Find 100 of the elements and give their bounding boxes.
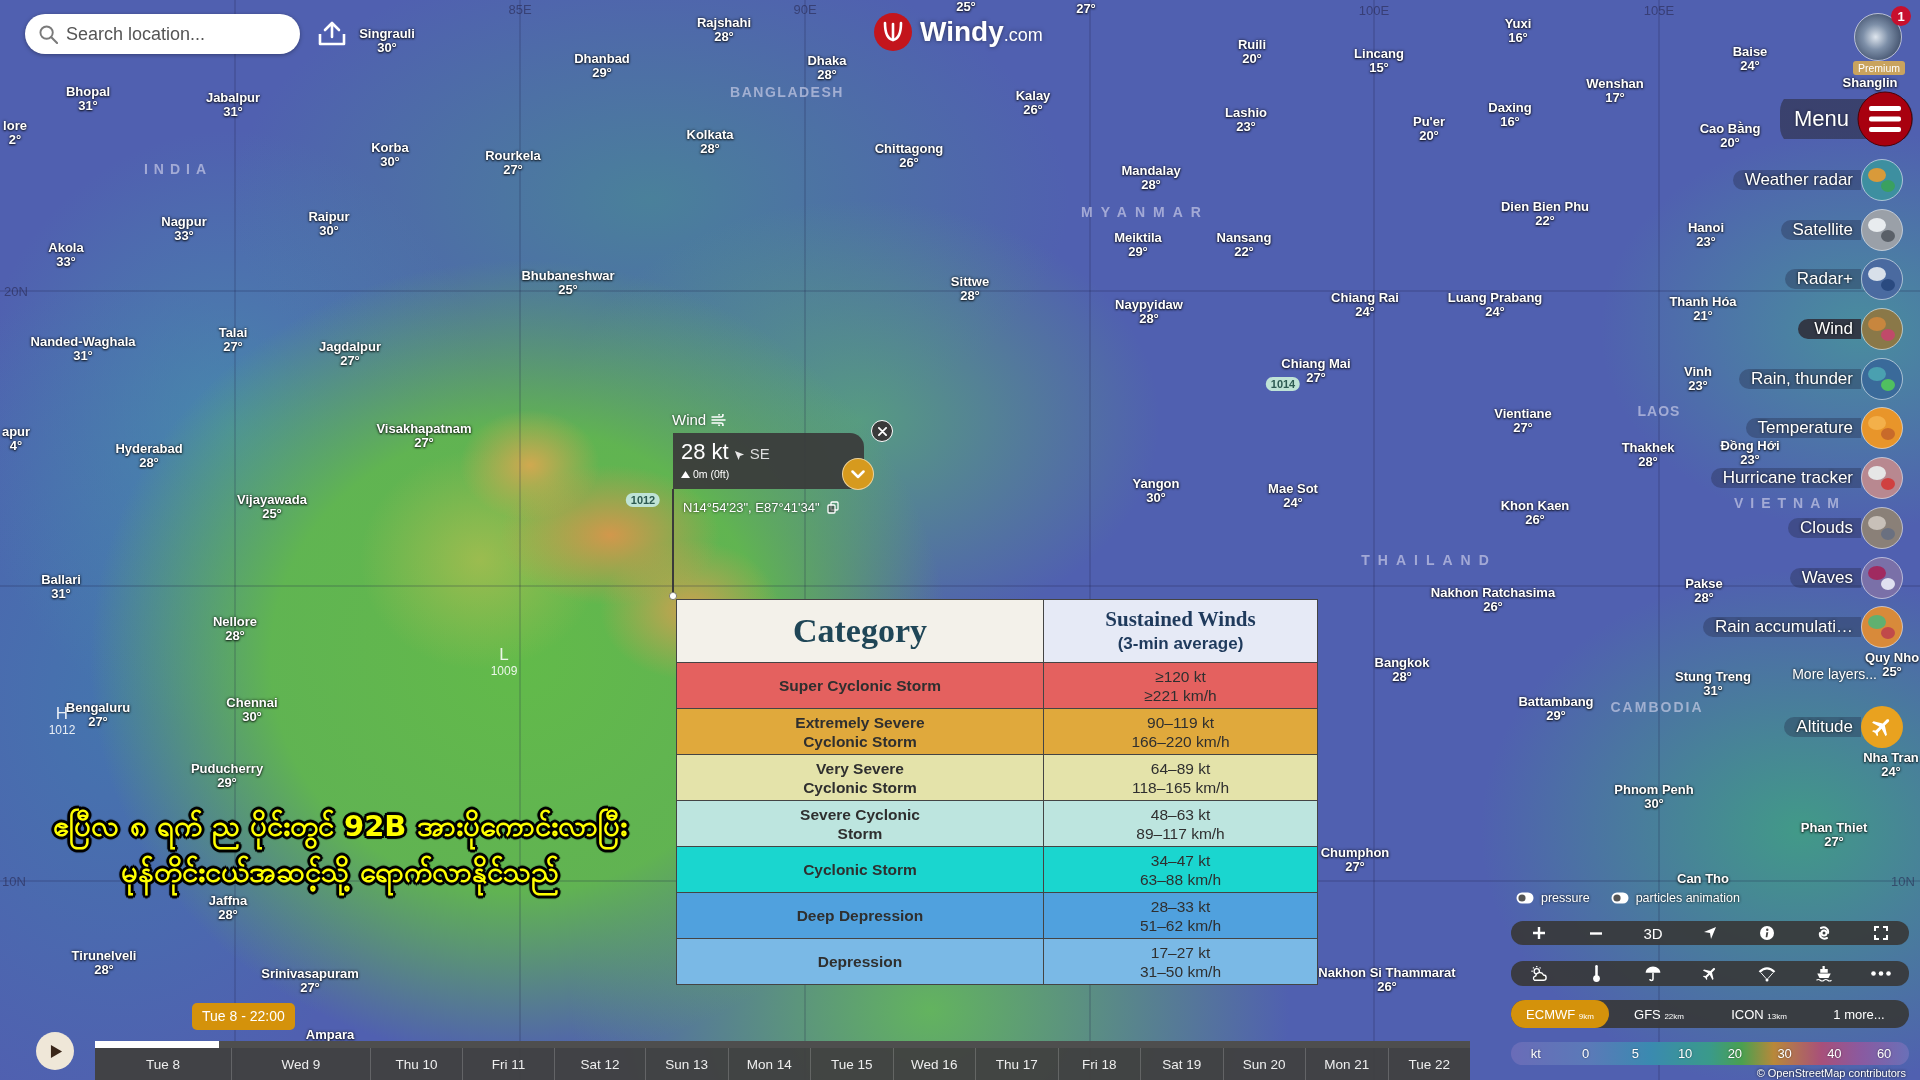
city-name: Hanoi (1687, 221, 1725, 235)
layer-button[interactable]: Rain accumulati… (1703, 617, 1861, 638)
city-name: Nanded-Waghala (30, 335, 136, 349)
temperature-label: 30° (1146, 491, 1166, 505)
temperature-label: 28° (225, 629, 245, 643)
layer-button[interactable]: Hurricane tracker (1710, 468, 1861, 489)
category-cell: Severe Cyclonic Storm (676, 800, 1044, 847)
temperature-label: 27° (1345, 860, 1365, 874)
city-name: Talai (218, 326, 248, 340)
temperature-label: 28° (94, 963, 114, 977)
layer-button[interactable]: Weather radar (1732, 170, 1861, 190)
day-button[interactable]: Sun 20 (1222, 1048, 1305, 1080)
more-dots-icon (1870, 971, 1891, 976)
city-name: Chiang Rai (1331, 291, 1399, 305)
day-button[interactable]: Wed 9 (231, 1048, 370, 1080)
more-layers-link[interactable]: More layers... (1792, 665, 1877, 682)
temperature-label: 28° (714, 30, 734, 44)
weather-button[interactable] (1530, 963, 1549, 984)
temperature-label: 21° (1693, 309, 1713, 323)
upload-icon[interactable] (318, 20, 346, 46)
day-button[interactable]: Sat 19 (1140, 1048, 1223, 1080)
hamburger-menu-icon (1857, 91, 1913, 147)
wave-map-icon[interactable] (1861, 556, 1903, 599)
layer-button[interactable]: Rain, thunder (1738, 368, 1861, 389)
menu-button[interactable]: Menu (1779, 91, 1913, 147)
radar-map-icon[interactable] (1861, 258, 1903, 301)
day-button[interactable]: Wed 16 (892, 1048, 975, 1080)
grid-coordinate-label: 20N (4, 283, 28, 299)
layer-button[interactable]: Temperature (1745, 418, 1861, 439)
info-button[interactable] (1759, 923, 1774, 943)
temperature-map-icon[interactable] (1861, 407, 1903, 450)
temperature-label: 33° (56, 255, 76, 269)
category-cell: Cyclonic Storm (676, 846, 1044, 893)
timeline-progress-track[interactable] (95, 1041, 1470, 1048)
day-button[interactable]: Sun 13 (645, 1048, 728, 1080)
layer-button[interactable]: Satellite (1780, 219, 1861, 240)
pressure-center-letter: L (499, 646, 509, 664)
day-button[interactable]: Tue 8 (95, 1048, 231, 1080)
rain-map-icon[interactable] (1861, 357, 1903, 400)
day-button[interactable]: Tue 15 (810, 1048, 893, 1080)
temperature-label: 31° (78, 99, 98, 113)
wind-icon (711, 414, 728, 426)
day-button[interactable]: Thu 17 (975, 1048, 1058, 1080)
day-button[interactable]: Tue 22 (1387, 1048, 1470, 1080)
day-button[interactable]: Sat 12 (554, 1048, 645, 1080)
airplane-icon[interactable] (1861, 705, 1903, 748)
temperature-label: 28° (1638, 455, 1658, 469)
city-name: Tirunelveli (71, 949, 137, 963)
hurricane-map-icon[interactable] (1861, 457, 1903, 500)
day-button[interactable]: Fri 11 (462, 1048, 554, 1080)
city-name: Luang Prabang (1447, 291, 1543, 305)
3d-view-button[interactable]: 3D (1643, 923, 1663, 943)
layer-button[interactable]: Clouds (1788, 517, 1861, 538)
city-name: Wenshan (1586, 77, 1644, 91)
fullscreen-button[interactable] (1873, 923, 1888, 943)
model-option[interactable]: ICON 13km (1709, 1000, 1809, 1028)
search-icon (39, 25, 58, 44)
layer-button[interactable]: Radar+ (1784, 269, 1861, 290)
temperature-label: 31° (51, 587, 71, 601)
logo-icon (874, 13, 912, 51)
isobar-value-label: 1012 (625, 493, 661, 507)
ship-icon (1814, 965, 1833, 982)
city-name: Shanglin (1842, 76, 1898, 90)
city-name: Stung Treng (1675, 670, 1751, 684)
rain-map-icon[interactable] (1861, 606, 1903, 649)
model-option[interactable]: GFS 22km (1609, 1000, 1709, 1028)
temperature-label: 4° (9, 439, 23, 453)
city-name: Thanh Hóa (1669, 295, 1737, 309)
layer-button[interactable]: Wind (1798, 319, 1861, 340)
coordinates-label: N14°54'23", E87°41'34" (683, 500, 820, 515)
search-field[interactable]: Search location... (25, 14, 300, 54)
category-cell: Very Severe Cyclonic Storm (676, 754, 1044, 801)
more-models-link[interactable]: 1 more... (1809, 1000, 1909, 1028)
copy-icon[interactable] (826, 501, 839, 514)
city-name: Sittwe (950, 275, 990, 289)
city-name: Ampara (305, 1028, 355, 1042)
day-button[interactable]: Fri 18 (1057, 1048, 1140, 1080)
day-button[interactable]: Thu 10 (370, 1048, 462, 1080)
temperature-label: 33° (174, 229, 194, 243)
temperature-button[interactable] (1592, 963, 1600, 984)
city-name: Hyderabad (115, 442, 183, 456)
cloud-map-icon[interactable] (1861, 506, 1903, 549)
satellite-image-icon[interactable] (1861, 208, 1903, 251)
city-name: Nha Tran (1863, 751, 1919, 765)
day-button[interactable]: Mon 14 (727, 1048, 810, 1080)
layer-button[interactable]: Waves (1789, 567, 1861, 588)
overlay-toggle[interactable]: particles animation (1610, 891, 1740, 905)
hurricane-button[interactable] (1816, 923, 1831, 943)
sea-button[interactable] (1814, 963, 1833, 984)
unit-label: kt (1530, 1046, 1541, 1061)
overlay-toggle[interactable]: pressure (1516, 891, 1590, 905)
grid-coordinate-label: 90E (793, 1, 817, 17)
city-name: Phan Thiet (1800, 821, 1868, 835)
day-button[interactable]: Mon 21 (1305, 1048, 1388, 1080)
city-name: lore (3, 119, 27, 133)
altitude-button[interactable]: Altitude (1784, 716, 1861, 737)
temperature-label: 27° (503, 163, 523, 177)
country-label: LAOS (1637, 403, 1681, 419)
elevation-label: 0m (0ft) (693, 468, 730, 480)
city-name: Jabalpur (205, 91, 261, 105)
